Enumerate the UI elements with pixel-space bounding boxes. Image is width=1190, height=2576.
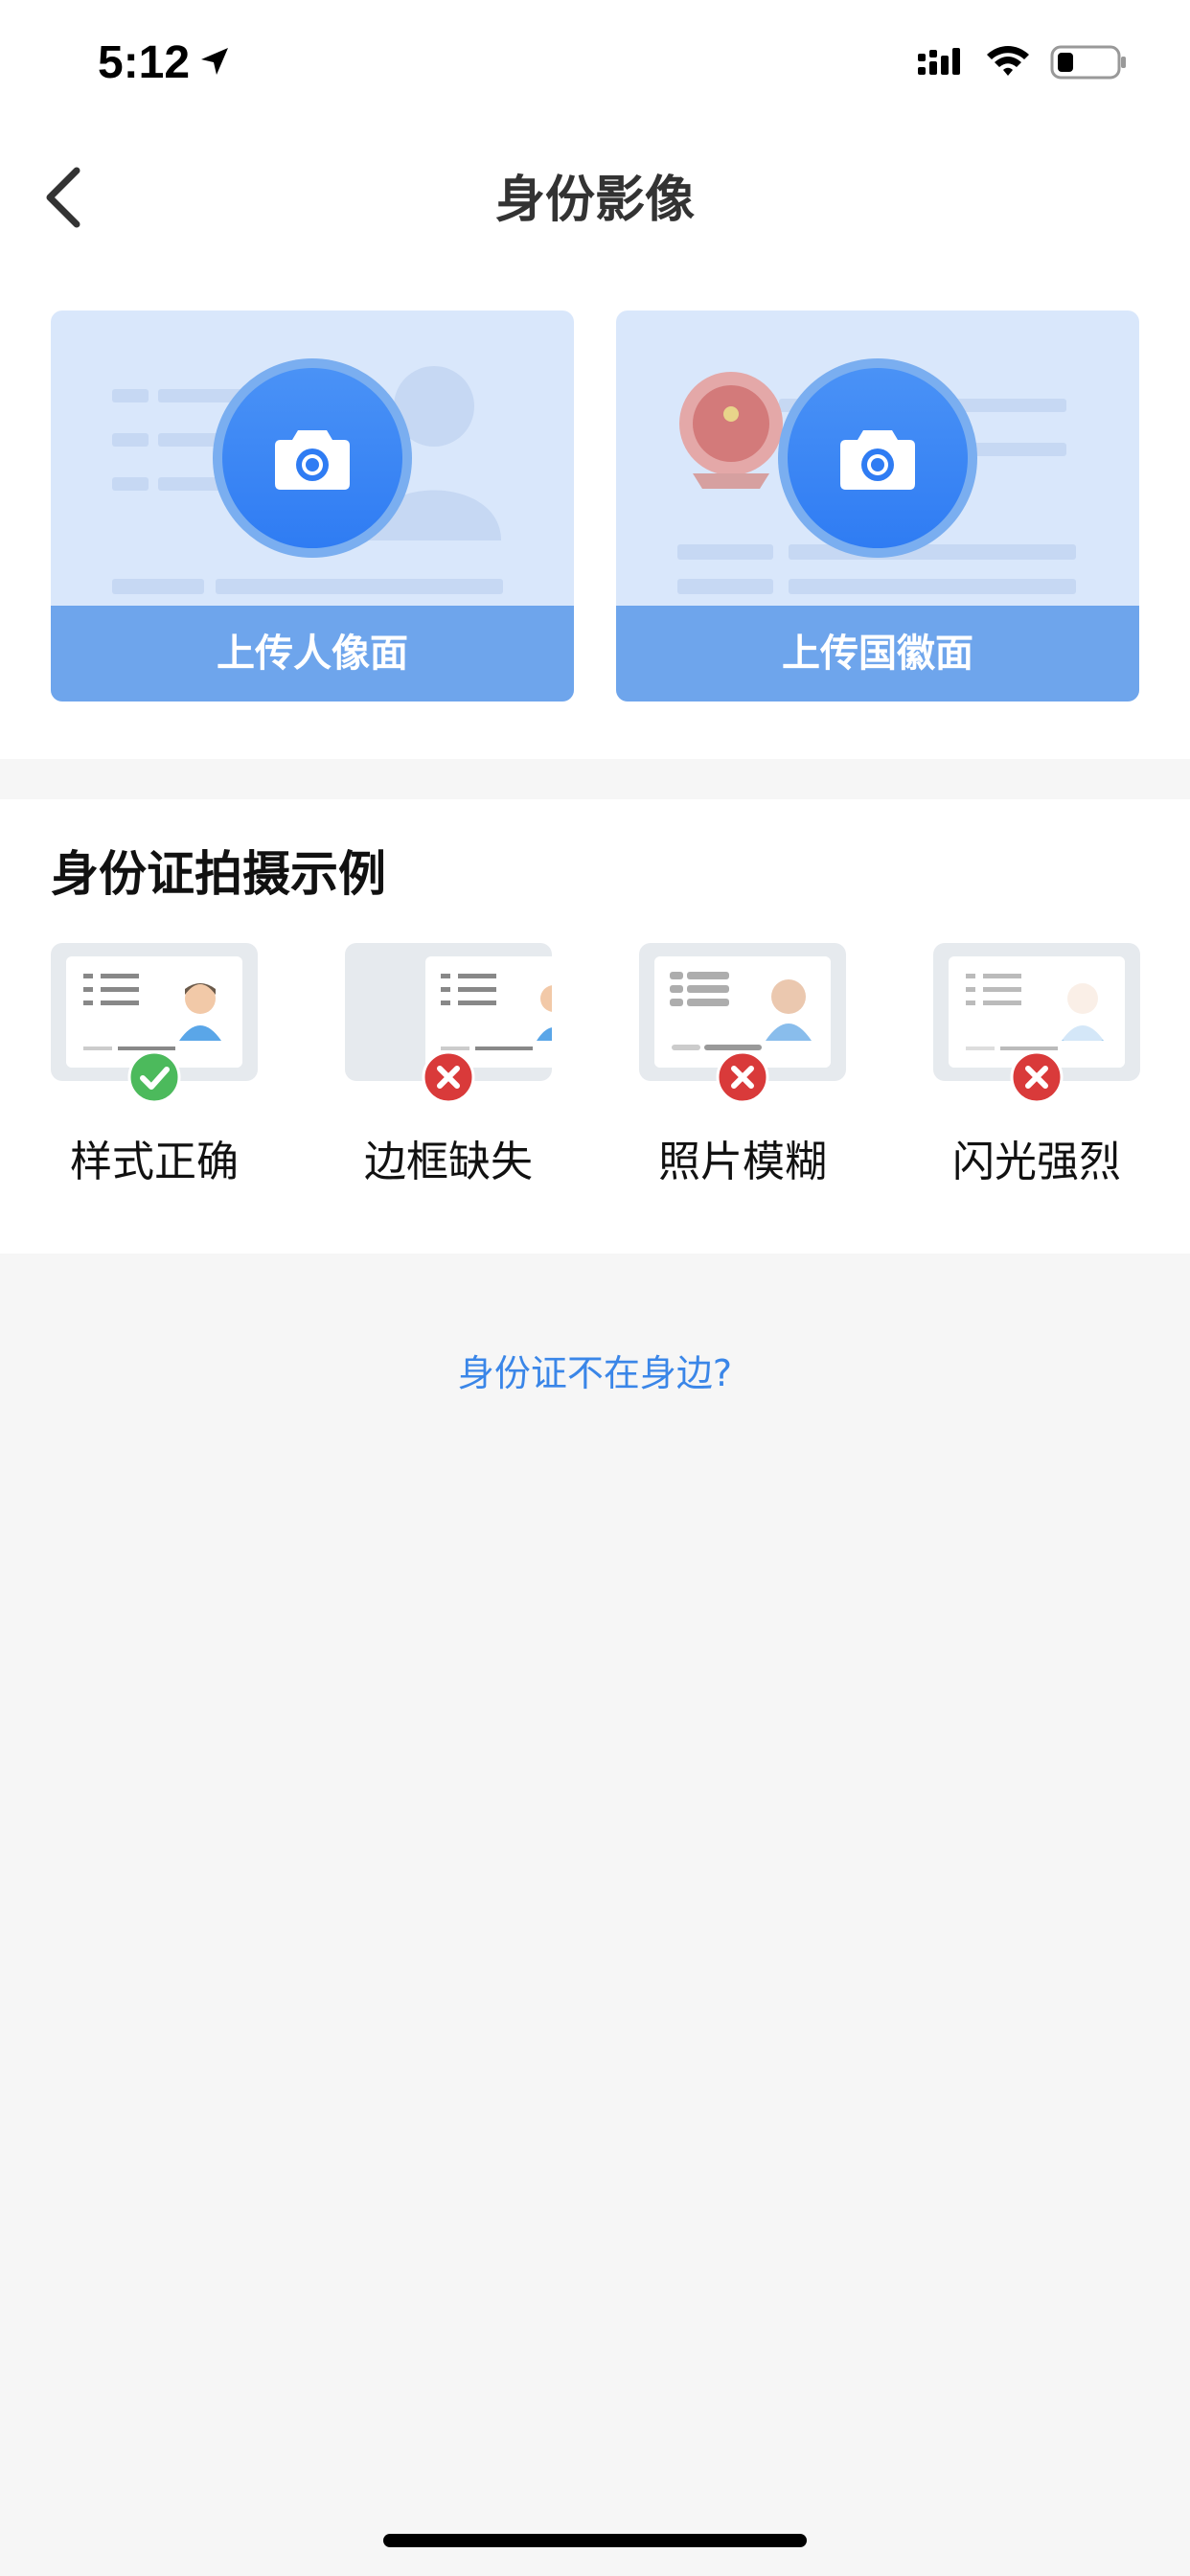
status-time: 5:12 <box>98 37 191 88</box>
home-indicator[interactable] <box>383 2534 807 2547</box>
example-item-blurry: 照片模糊 <box>639 943 846 1186</box>
camera-icon <box>840 430 915 490</box>
battery-icon <box>1050 45 1126 80</box>
upload-back-card[interactable]: 上传国徽面 <box>616 310 1139 702</box>
wrong-cross-icon <box>1010 1050 1064 1104</box>
upload-front-label: 上传人像面 <box>51 606 574 702</box>
wrong-cross-icon <box>422 1050 475 1104</box>
example-label: 边框缺失 <box>364 1138 533 1186</box>
camera-button-back[interactable] <box>778 358 977 558</box>
example-item-correct: 样式正确 <box>51 943 258 1186</box>
upload-front-card[interactable]: 上传人像面 <box>51 310 574 702</box>
photo-examples-section: 身份证拍摄示例 样式正确 边框缺失 照片模糊 闪光强烈 <box>0 799 1190 1254</box>
example-item-glare: 闪光强烈 <box>933 943 1140 1186</box>
navigation-bar: 身份影像 <box>0 134 1190 288</box>
id-not-available-link[interactable]: 身份证不在身边? <box>0 1344 1190 1396</box>
wrong-cross-icon <box>716 1050 769 1104</box>
example-label: 闪光强烈 <box>952 1138 1121 1186</box>
correct-check-icon <box>127 1050 181 1104</box>
upload-section: 上传人像面 上传国徽面 <box>0 288 1190 759</box>
camera-button-front[interactable] <box>213 358 412 558</box>
location-arrow-icon <box>201 48 228 75</box>
cellular-signal-icon <box>918 48 960 75</box>
examples-title: 身份证拍摄示例 <box>51 846 386 902</box>
example-item-missing-border: 边框缺失 <box>345 943 552 1186</box>
camera-icon <box>275 430 350 490</box>
status-bar: 5:12 <box>0 0 1190 134</box>
example-label: 样式正确 <box>70 1138 239 1186</box>
page-title: 身份影像 <box>494 172 695 229</box>
wifi-icon <box>987 46 1029 76</box>
upload-back-label: 上传国徽面 <box>616 606 1139 702</box>
example-label: 照片模糊 <box>658 1138 827 1186</box>
